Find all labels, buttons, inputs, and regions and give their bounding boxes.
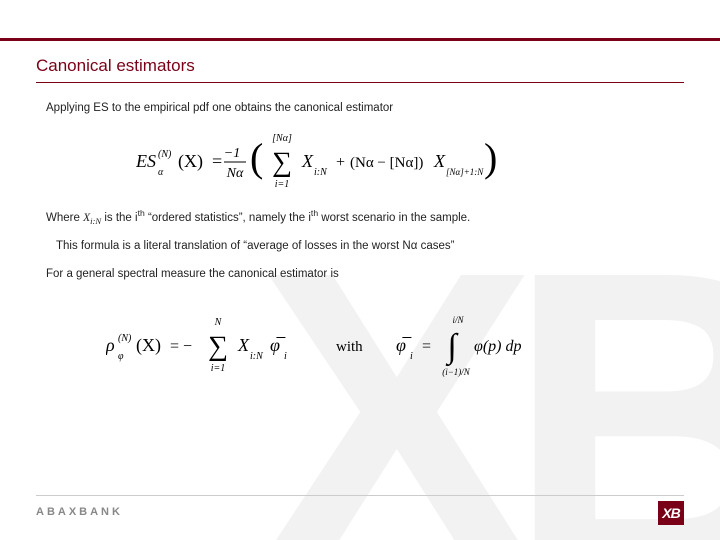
svg-text:with: with [336, 339, 363, 355]
svg-text:α: α [158, 167, 164, 178]
svg-text:(N): (N) [158, 149, 172, 160]
svg-text:): ) [484, 135, 496, 180]
slide-title: Canonical estimators [36, 56, 195, 76]
svg-text:i=1: i=1 [275, 179, 290, 190]
svg-text:(X): (X) [136, 335, 161, 356]
general-spectral-line: For a general spectral measure the canon… [46, 266, 674, 283]
svg-text:(X): (X) [178, 151, 203, 172]
translation-line: This formula is a literal translation of… [46, 238, 674, 255]
svg-text:i: i [284, 351, 287, 362]
svg-text:φ(p) dp: φ(p) dp [474, 338, 522, 355]
svg-text:i: i [410, 351, 413, 362]
svg-text:+: + [336, 154, 345, 171]
svg-text:[Nα]: [Nα] [272, 133, 292, 144]
footer-badge-icon: XB [658, 501, 684, 525]
svg-text:(N): (N) [118, 333, 132, 344]
svg-text:i:N: i:N [250, 351, 264, 362]
svg-text:= −: = − [170, 338, 192, 355]
svg-text:Nα: Nα [226, 166, 244, 181]
svg-text:φ: φ [118, 351, 124, 362]
svg-text:−1: −1 [224, 146, 240, 161]
formula-rho: ρ (N) φ (X) = − N ∑ i=1 X i:N φ̅ i with [46, 309, 674, 379]
intro-line: Applying ES to the empirical pdf one obt… [46, 100, 674, 117]
ordered-stats-line: Where Xi:N is the ith “ordered statistic… [46, 207, 674, 228]
svg-text:N: N [214, 317, 223, 328]
svg-text:(i−1)/N: (i−1)/N [442, 367, 471, 377]
svg-text:∫: ∫ [445, 328, 459, 367]
formula-es-svg: ES (N) α (X) = −1 Nα ( [Nα] ∑ i=1 X [136, 127, 496, 193]
svg-text:∑: ∑ [272, 147, 292, 178]
svg-text:i=1: i=1 [211, 363, 226, 374]
svg-text:(Nα − [Nα]): (Nα − [Nα]) [350, 155, 423, 171]
svg-text:=: = [212, 151, 222, 171]
slide-body: Applying ES to the empirical pdf one obt… [46, 100, 674, 393]
title-underline [36, 82, 684, 83]
svg-text:[Nα]+1:N: [Nα]+1:N [446, 167, 484, 177]
svg-text:X: X [433, 151, 446, 171]
svg-text:(: ( [250, 135, 263, 180]
footer-divider [36, 495, 684, 496]
formula-rho-svg: ρ (N) φ (X) = − N ∑ i=1 X i:N φ̅ i with [106, 309, 586, 379]
svg-text:X: X [301, 151, 314, 171]
svg-text:X: X [237, 335, 250, 355]
formula-es: ES (N) α (X) = −1 Nα ( [Nα] ∑ i=1 X [46, 127, 674, 193]
svg-text:∑: ∑ [208, 331, 228, 362]
footer-brand: ABAXBANK [36, 506, 123, 518]
top-divider [0, 38, 720, 41]
slide: XB Canonical estimators Applying ES to t… [0, 0, 720, 540]
svg-text:i:N: i:N [314, 167, 328, 178]
svg-text:ES: ES [136, 151, 156, 171]
svg-text:=: = [422, 338, 431, 355]
svg-text:ρ: ρ [106, 335, 115, 355]
svg-text:i/N: i/N [452, 315, 464, 325]
